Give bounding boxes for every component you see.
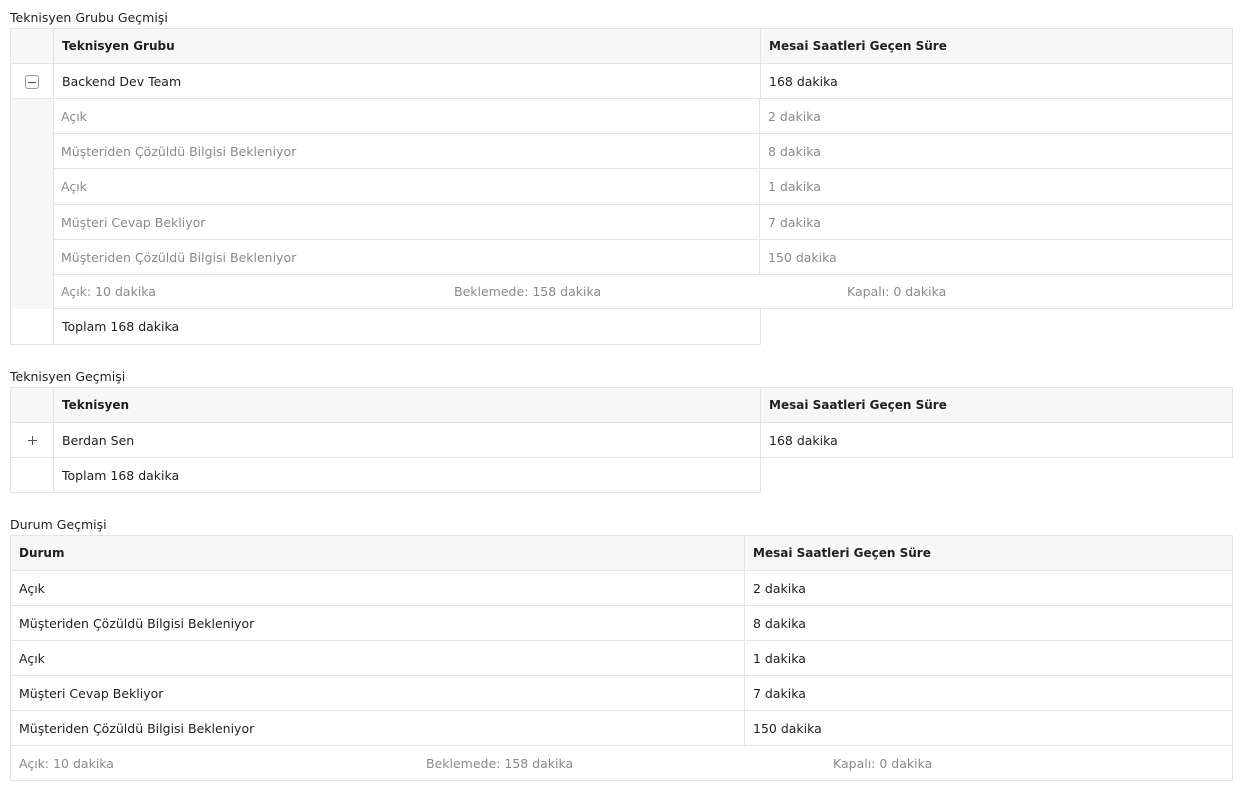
table-row[interactable]: Berdan Sen 168 dakika xyxy=(10,423,1233,458)
technician-name: Berdan Sen xyxy=(54,423,761,457)
duration-cell: 1 dakika xyxy=(753,650,806,666)
nested-gutter xyxy=(11,99,54,309)
total-row: Toplam 168 dakika xyxy=(10,458,761,493)
duration-cell: 7 dakika xyxy=(753,685,806,701)
total-gutter xyxy=(11,309,54,344)
table-row: Müşteri Cevap Bekliyor 7 dakika xyxy=(10,676,1233,711)
table-row: Müşteriden Çözüldü Bilgisi Bekleniyor 15… xyxy=(10,711,1233,746)
technician-duration: 168 dakika xyxy=(769,432,838,448)
list-item: Müşteriden Çözüldü Bilgisi Bekleniyor 8 … xyxy=(53,134,1233,169)
column-header-duration[interactable]: Mesai Saatleri Geçen Süre xyxy=(745,536,1232,570)
status-cell: Müşteriden Çözüldü Bilgisi Bekleniyor xyxy=(11,606,745,640)
summary-row: Açık: 10 dakika Beklemede: 158 dakika Ka… xyxy=(53,275,1233,309)
summary-row: Açık: 10 dakika Beklemede: 158 dakika Ka… xyxy=(10,746,1233,781)
column-header-status[interactable]: Durum xyxy=(11,536,745,570)
status-cell: Müşteriden Çözüldü Bilgisi Bekleniyor xyxy=(11,711,745,745)
summary-open: Açık: 10 dakika xyxy=(19,755,114,771)
list-item: Müşteri Cevap Bekliyor 7 dakika xyxy=(53,205,1233,240)
sub-duration: 150 dakika xyxy=(768,249,837,265)
group-history-title: Teknisyen Grubu Geçmişi xyxy=(10,10,168,25)
sub-status: Müşteriden Çözüldü Bilgisi Bekleniyor xyxy=(53,134,760,168)
table-row[interactable]: Backend Dev Team 168 dakika xyxy=(10,64,1233,99)
duration-cell: 8 dakika xyxy=(753,615,806,631)
expand-plus-icon[interactable] xyxy=(26,434,39,447)
sub-duration: 8 dakika xyxy=(768,143,821,159)
summary-closed: Kapalı: 0 dakika xyxy=(833,755,933,771)
header-gutter xyxy=(11,388,54,422)
column-header-duration[interactable]: Mesai Saatleri Geçen Süre xyxy=(761,29,1232,63)
total-label: Toplam 168 dakika xyxy=(62,467,180,483)
column-header-technician[interactable]: Teknisyen xyxy=(54,388,761,422)
group-duration: 168 dakika xyxy=(769,73,838,89)
sub-status: Müşteriden Çözüldü Bilgisi Bekleniyor xyxy=(53,240,760,274)
column-header-duration[interactable]: Mesai Saatleri Geçen Süre xyxy=(761,388,1232,422)
list-item: Açık 1 dakika xyxy=(53,169,1233,205)
summary-open: Açık: 10 dakika xyxy=(61,284,156,299)
group-name: Backend Dev Team xyxy=(54,64,761,98)
status-history-title: Durum Geçmişi xyxy=(10,517,107,532)
collapse-minus-icon[interactable] xyxy=(25,75,39,89)
table-header-row: Teknisyen Mesai Saatleri Geçen Süre xyxy=(10,387,1233,423)
sub-duration: 7 dakika xyxy=(768,214,821,230)
table-row: Açık 2 dakika xyxy=(10,571,1233,606)
sub-status: Açık xyxy=(53,99,760,133)
column-header-group[interactable]: Teknisyen Grubu xyxy=(54,29,761,63)
list-item: Müşteriden Çözüldü Bilgisi Bekleniyor 15… xyxy=(53,240,1233,275)
header-gutter xyxy=(11,29,54,63)
status-cell: Müşteri Cevap Bekliyor xyxy=(11,676,745,710)
status-cell: Açık xyxy=(11,571,745,605)
summary-closed: Kapalı: 0 dakika xyxy=(847,284,947,299)
sub-status: Müşteri Cevap Bekliyor xyxy=(53,205,760,239)
row-toggle-cell xyxy=(11,423,54,457)
table-row: Müşteriden Çözüldü Bilgisi Bekleniyor 8 … xyxy=(10,606,1233,641)
duration-cell: 2 dakika xyxy=(753,580,806,596)
duration-cell: 150 dakika xyxy=(753,720,822,736)
sub-status: Açık xyxy=(53,169,760,204)
technician-history-title: Teknisyen Geçmişi xyxy=(10,369,126,384)
total-row: Toplam 168 dakika xyxy=(10,309,761,345)
total-label: Toplam 168 dakika xyxy=(62,319,180,334)
list-item: Açık 2 dakika xyxy=(53,99,1233,134)
status-cell: Açık xyxy=(11,641,745,675)
total-gutter xyxy=(11,458,54,492)
table-header-row: Teknisyen Grubu Mesai Saatleri Geçen Sür… xyxy=(10,28,1233,64)
sub-duration: 2 dakika xyxy=(768,108,821,124)
sub-duration: 1 dakika xyxy=(768,179,821,194)
summary-pending: Beklemede: 158 dakika xyxy=(454,284,602,299)
table-header-row: Durum Mesai Saatleri Geçen Süre xyxy=(10,535,1233,571)
row-toggle-cell xyxy=(11,64,54,98)
summary-pending: Beklemede: 158 dakika xyxy=(426,755,574,771)
table-row: Açık 1 dakika xyxy=(10,641,1233,676)
